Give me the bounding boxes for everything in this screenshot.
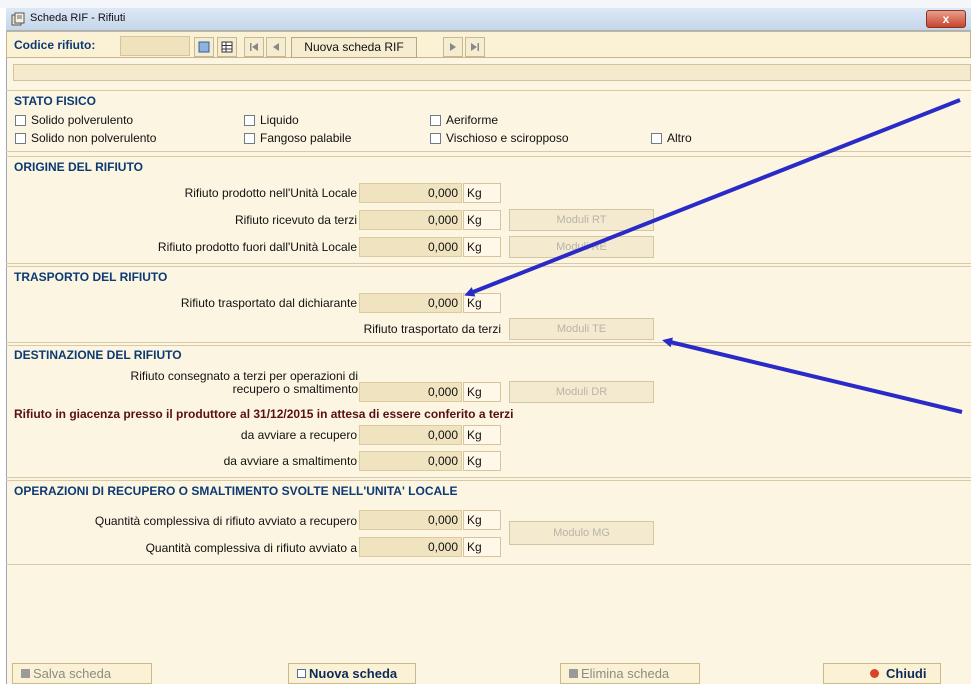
giacenza-recupero-label: da avviare a recupero [240, 428, 357, 442]
altro-checkbox[interactable]: Altro [651, 131, 692, 145]
origine-row-label: Rifiuto prodotto fuori dall'Unità Locale [157, 240, 357, 254]
giacenza-recupero-value[interactable]: 0,000 [359, 425, 462, 445]
nuova-scheda-rif-button[interactable]: Nuova scheda RIF [291, 37, 417, 58]
delete-icon [569, 669, 578, 678]
origine-row-label: Rifiuto prodotto nell'Unità Locale [184, 186, 357, 200]
description-bar [13, 64, 971, 81]
fangoso-palabile-checkbox[interactable]: Fangoso palabile [244, 131, 351, 145]
giacenza-heading: Rifiuto in giacenza presso il produttore… [14, 407, 514, 421]
grid-view-icon[interactable] [217, 37, 237, 57]
operazioni-recupero-unit: Kg [463, 510, 501, 530]
new-document-icon [297, 669, 306, 678]
codice-rifiuto-label: Codice rifiuto: [14, 38, 96, 52]
next-record-icon[interactable] [443, 37, 463, 57]
operazioni-title: OPERAZIONI DI RECUPERO O SMALTIMENTO SVO… [14, 484, 458, 498]
last-record-icon[interactable] [465, 37, 485, 57]
operazioni-recupero-value[interactable]: 0,000 [359, 510, 462, 530]
vischioso-sciropposo-checkbox[interactable]: Vischioso e sciropposo [430, 131, 569, 145]
app-icon [11, 12, 25, 26]
origine-row-unit: Kg [463, 237, 501, 257]
trasportato-dichiarante-unit: Kg [463, 293, 501, 313]
operazioni-smaltimento-label: Quantità complessiva di rifiuto avviato … [145, 541, 357, 555]
salva-scheda-button[interactable]: Salva scheda [12, 663, 152, 684]
nuova-scheda-button[interactable]: Nuova scheda [288, 663, 416, 684]
moduli-te-button[interactable]: Moduli TE [509, 318, 654, 340]
first-record-icon[interactable] [244, 37, 264, 57]
consegnato-label: Rifiuto consegnato a terzi per operazion… [130, 369, 358, 396]
moduli-re-button[interactable]: Moduli RE [509, 236, 654, 258]
form-view-icon[interactable] [194, 37, 214, 57]
origine-row-value[interactable]: 0,000 [359, 183, 462, 203]
origine-row-unit: Kg [463, 210, 501, 230]
operazioni-smaltimento-value[interactable]: 0,000 [359, 537, 462, 557]
window-title: Scheda RIF - Rifiuti [30, 12, 126, 24]
moduli-dr-button[interactable]: Moduli DR [509, 381, 654, 403]
liquido-checkbox[interactable]: Liquido [244, 113, 299, 127]
save-icon [21, 669, 30, 678]
origine-row-value[interactable]: 0,000 [359, 210, 462, 230]
giacenza-smaltimento-label: da avviare a smaltimento [223, 454, 357, 468]
origine-row-unit: Kg [463, 183, 501, 203]
origine-row-label: Rifiuto ricevuto da terzi [234, 213, 357, 227]
trasportato-dichiarante-value[interactable]: 0,000 [359, 293, 462, 313]
consegnato-value[interactable]: 0,000 [359, 382, 462, 402]
close-circle-icon [870, 669, 879, 678]
previous-record-icon[interactable] [266, 37, 286, 57]
close-window-button[interactable]: x [926, 10, 966, 28]
giacenza-smaltimento-value[interactable]: 0,000 [359, 451, 462, 471]
chiudi-button[interactable]: Chiudi [823, 663, 941, 684]
consegnato-unit: Kg [463, 382, 501, 402]
solido-polverulento-checkbox[interactable]: Solido polverulento [15, 113, 133, 127]
aeriforme-checkbox[interactable]: Aeriforme [430, 113, 498, 127]
solido-non-polverulento-checkbox[interactable]: Solido non polverulento [15, 131, 156, 145]
giacenza-recupero-unit: Kg [463, 425, 501, 445]
destinazione-title: DESTINAZIONE DEL RIFIUTO [14, 348, 182, 362]
stato-fisico-title: STATO FISICO [14, 94, 97, 108]
giacenza-smaltimento-unit: Kg [463, 451, 501, 471]
operazioni-recupero-label: Quantità complessiva di rifiuto avviato … [94, 514, 357, 528]
desktop-strip [0, 0, 971, 8]
trasportato-terzi-label: Rifiuto trasportato da terzi [363, 322, 501, 336]
trasporto-title: TRASPORTO DEL RIFIUTO [14, 270, 168, 284]
moduli-rt-button[interactable]: Moduli RT [509, 209, 654, 231]
origine-row-value[interactable]: 0,000 [359, 237, 462, 257]
codice-rifiuto-input[interactable] [120, 36, 190, 56]
operazioni-smaltimento-unit: Kg [463, 537, 501, 557]
origine-title: ORIGINE DEL RIFIUTO [14, 160, 143, 174]
trasportato-dichiarante-label: Rifiuto trasportato dal dichiarante [180, 296, 357, 310]
modulo-mg-button[interactable]: Modulo MG [509, 521, 654, 545]
title-bar: Scheda RIF - Rifiuti x [6, 8, 971, 31]
elimina-scheda-button[interactable]: Elimina scheda [560, 663, 700, 684]
